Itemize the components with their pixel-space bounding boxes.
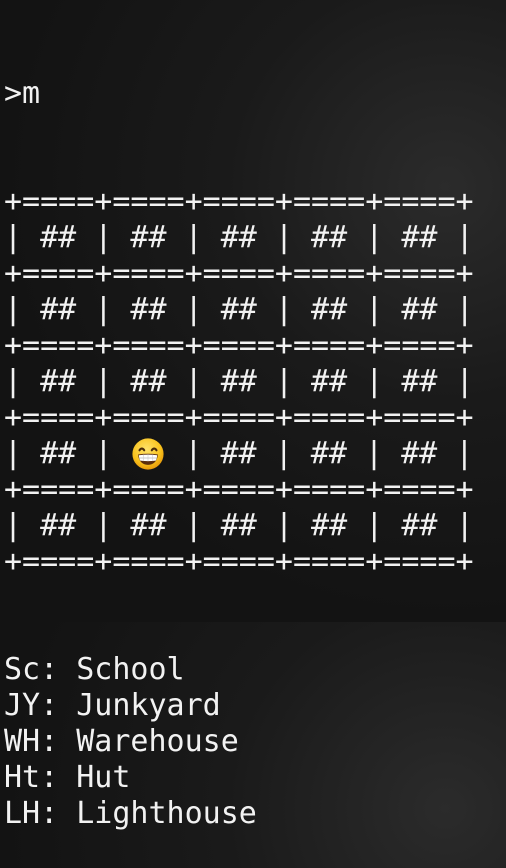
unexplored-cell: ## <box>22 292 95 327</box>
unexplored-cell: ## <box>383 292 456 327</box>
command-prompt: >m <box>4 76 41 111</box>
unexplored-cell: ## <box>293 292 366 327</box>
grid-row: | ## | ## | ## | ## | ## | <box>4 292 474 327</box>
unexplored-cell: ## <box>202 292 275 327</box>
grid-row: | ## | ## | ## | ## | ## | <box>4 508 474 543</box>
unexplored-cell: ## <box>293 364 366 399</box>
unexplored-cell: ## <box>112 508 185 543</box>
grid-border-row: +====+====+====+====+====+ <box>4 544 474 579</box>
grid-border-row: +====+====+====+====+====+ <box>4 256 474 291</box>
legend-entry: Sc: School <box>4 652 185 687</box>
unexplored-cell: ## <box>383 364 456 399</box>
unexplored-cell: ## <box>202 220 275 255</box>
terminal: >m +====+====+====+====+====+ | ## | ## |… <box>4 4 474 868</box>
grinning-face-icon <box>132 438 164 470</box>
legend-entry: Ht: Hut <box>4 760 131 795</box>
unexplored-cell: ## <box>383 220 456 255</box>
unexplored-cell: ## <box>292 436 365 471</box>
grid-border-row: +====+====+====+====+====+ <box>4 400 474 435</box>
grid-row: | ## | ## | ## | ## | ## | <box>4 220 474 255</box>
legend-entry: WH: Warehouse <box>4 724 239 759</box>
unexplored-cell: ## <box>22 364 95 399</box>
unexplored-cell: ## <box>112 292 185 327</box>
map-legend: Sc: School JY: Junkyard WH: Warehouse Ht: H… <box>4 652 474 832</box>
unexplored-cell: ## <box>202 436 275 471</box>
unexplored-cell: ## <box>383 436 456 471</box>
grid-row: | ## | | ## | ## | ## | <box>4 436 474 472</box>
legend-entry: LH: Lighthouse <box>4 796 257 831</box>
grid-border-row: +====+====+====+====+====+ <box>4 472 474 507</box>
game-map: +====+====+====+====+====+ | ## | ## | ##… <box>4 184 474 580</box>
unexplored-cell: ## <box>112 220 185 255</box>
unexplored-cell: ## <box>22 508 95 543</box>
grid-border-row: +====+====+====+====+====+ <box>4 184 474 219</box>
unexplored-cell: ## <box>293 508 366 543</box>
unexplored-cell: ## <box>112 364 185 399</box>
unexplored-cell: ## <box>383 508 456 543</box>
unexplored-cell: ## <box>22 220 95 255</box>
grid-row: | ## | ## | ## | ## | ## | <box>4 364 474 399</box>
unexplored-cell: ## <box>202 508 275 543</box>
unexplored-cell: ## <box>293 220 366 255</box>
unexplored-cell: ## <box>22 436 95 471</box>
grid-border-row: +====+====+====+====+====+ <box>4 328 474 363</box>
unexplored-cell: ## <box>202 364 275 399</box>
legend-entry: JY: Junkyard <box>4 688 221 723</box>
